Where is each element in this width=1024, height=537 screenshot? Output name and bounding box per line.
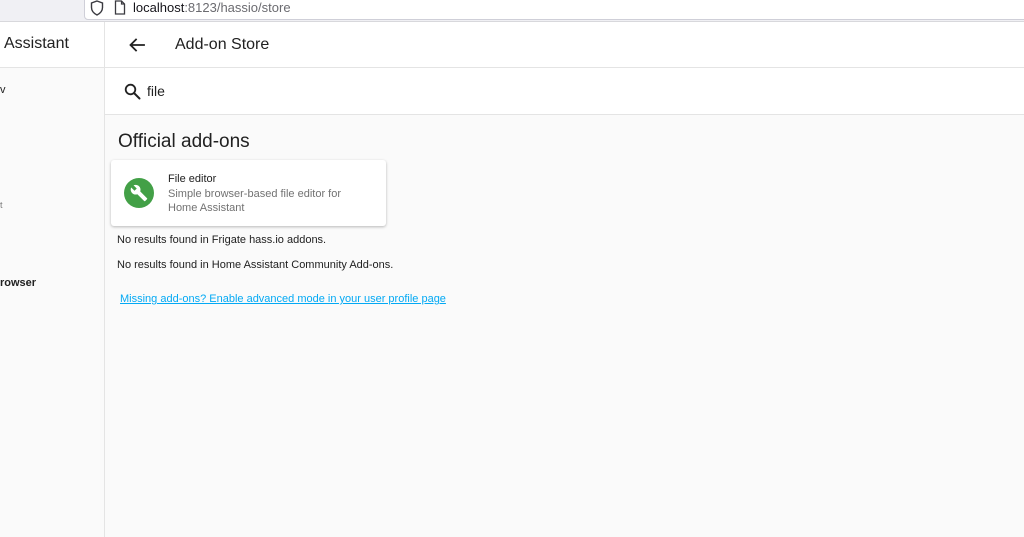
url-path: :8123/hassio/store [184, 0, 291, 15]
sidebar-item-file-browser[interactable]: rowser [0, 277, 36, 289]
search-input[interactable] [147, 79, 747, 103]
url-text: localhost:8123/hassio/store [133, 0, 291, 16]
shield-icon[interactable] [90, 0, 104, 16]
addon-card-file-editor[interactable]: File editor Simple browser-based file ed… [111, 160, 386, 226]
sidebar-header: Assistant [0, 22, 104, 68]
app-toolbar: Add-on Store [105, 22, 1024, 68]
search-icon [124, 83, 141, 100]
back-arrow-icon[interactable] [127, 35, 147, 55]
addon-icon-badge [124, 178, 154, 208]
sidebar: Assistant v t rowser [0, 22, 105, 537]
addon-name: File editor [168, 173, 217, 185]
sidebar-item-overview[interactable]: v [0, 84, 6, 96]
section-title-official: Official add-ons [118, 131, 250, 152]
no-results-frigate: No results found in Frigate hass.io addo… [117, 234, 327, 246]
page-title: Add-on Store [175, 36, 270, 53]
addon-description: Simple browser-based file editor for Hom… [168, 188, 342, 214]
wrench-icon [130, 184, 148, 202]
page-icon [114, 0, 126, 15]
sidebar-title: Assistant [4, 35, 69, 52]
url-host: localhost [133, 0, 185, 15]
sidebar-item-fragment[interactable]: t [0, 200, 3, 210]
no-results-community: No results found in Home Assistant Commu… [117, 259, 394, 271]
main-content: Add-on Store Official add-ons File edito… [105, 22, 1024, 537]
browser-toolbar: localhost:8123/hassio/store [0, 0, 1024, 22]
search-bar [105, 68, 1024, 115]
advanced-mode-link[interactable]: Missing add-ons? Enable advanced mode in… [120, 293, 446, 305]
